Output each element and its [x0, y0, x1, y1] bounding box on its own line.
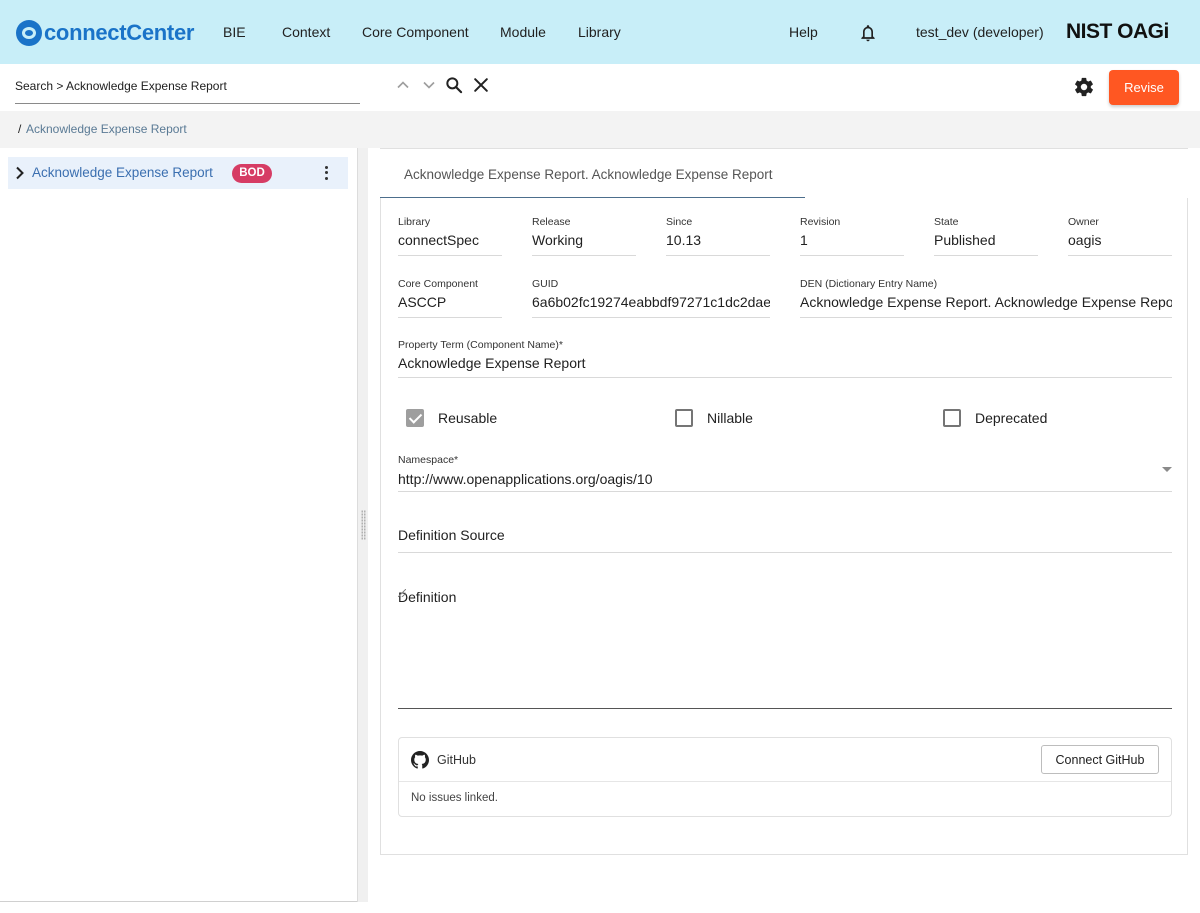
detail-tabs: Acknowledge Expense Report. Acknowledge …	[380, 148, 1188, 199]
user-menu[interactable]: test_dev (developer)	[916, 24, 1044, 40]
detail-form: Library connectSpec Release Working Sinc…	[380, 198, 1188, 855]
resize-handle-icon[interactable]	[398, 589, 406, 597]
logo-text-connect: connect	[44, 20, 127, 45]
github-empty-text: No issues linked.	[411, 792, 498, 804]
library-value: connectSpec	[398, 232, 479, 248]
release-value: Working	[532, 232, 584, 248]
nav-core-component[interactable]: Core Component	[362, 24, 469, 40]
owner-field[interactable]: Owner oagis	[1068, 198, 1172, 256]
search-icon[interactable]	[444, 75, 464, 95]
deprecated-label: Deprecated	[975, 410, 1048, 426]
reusable-checkbox[interactable]: Reusable	[406, 408, 566, 428]
tab-detail[interactable]: Acknowledge Expense Report. Acknowledge …	[380, 149, 805, 199]
since-value: 10.13	[666, 232, 702, 248]
core-component-label: Core Component	[398, 278, 478, 290]
library-label: Library	[398, 216, 431, 228]
checkbox-unchecked-icon[interactable]	[943, 409, 961, 427]
app-logo[interactable]: connectCenter	[16, 18, 194, 48]
core-component-value: ASCCP	[398, 294, 447, 310]
chevron-right-icon[interactable]	[15, 166, 25, 180]
github-title: GitHub	[437, 753, 476, 767]
definition-source-placeholder: Definition Source	[398, 527, 505, 543]
type-badge: BOD	[232, 164, 272, 183]
breadcrumb-current[interactable]: Acknowledge Expense Report	[26, 122, 187, 136]
github-icon	[411, 751, 429, 769]
release-field[interactable]: Release Working	[532, 198, 636, 256]
definition-textarea[interactable]: Definition	[398, 581, 1172, 709]
deprecated-checkbox[interactable]: Deprecated	[943, 408, 1103, 428]
tree-node-root[interactable]: Acknowledge Expense Report BOD	[8, 157, 348, 189]
gear-icon[interactable]	[1073, 76, 1095, 98]
definition-placeholder: Definition	[398, 589, 457, 605]
nist-oagi-logo: NIST OAGi	[1066, 20, 1169, 43]
breadcrumb-separator: /	[18, 122, 22, 136]
namespace-select[interactable]: Namespace* http://www.openapplications.o…	[398, 448, 1172, 492]
den-label: DEN (Dictionary Entry Name)	[800, 278, 938, 290]
guid-field[interactable]: GUID 6a6b02fc19274eabbdf97271c1dc2dae	[532, 260, 770, 318]
github-panel-header: GitHub Connect GitHub	[399, 738, 1171, 782]
guid-label: GUID	[532, 278, 559, 290]
dropdown-arrow-icon[interactable]	[1162, 467, 1172, 472]
drag-grip-icon	[361, 510, 366, 540]
connect-github-button[interactable]: Connect GitHub	[1041, 745, 1159, 774]
owner-label: Owner	[1068, 216, 1099, 228]
state-field[interactable]: State Published	[934, 198, 1038, 256]
property-term-label: Property Term (Component Name)*	[398, 339, 563, 351]
since-field[interactable]: Since 10.13	[666, 198, 770, 256]
logo-text-center: Center	[126, 20, 195, 45]
den-value: Acknowledge Expense Report. Acknowledge …	[800, 294, 1172, 310]
panel-resize-handle[interactable]	[357, 148, 368, 902]
property-term-value: Acknowledge Expense Report	[398, 355, 586, 371]
logo-icon	[16, 20, 42, 46]
checkbox-unchecked-icon[interactable]	[675, 409, 693, 427]
nillable-label: Nillable	[707, 410, 753, 426]
nillable-checkbox[interactable]: Nillable	[675, 408, 835, 428]
close-icon[interactable]	[471, 75, 491, 95]
core-component-field[interactable]: Core Component ASCCP	[398, 260, 502, 318]
search-input[interactable]: Search > Acknowledge Expense Report	[15, 64, 360, 104]
den-field[interactable]: DEN (Dictionary Entry Name) Acknowledge …	[800, 260, 1172, 318]
nav-bie[interactable]: BIE	[223, 24, 246, 40]
tab-detail-label: Acknowledge Expense Report. Acknowledge …	[404, 167, 773, 182]
tree-node-label[interactable]: Acknowledge Expense Report	[32, 165, 213, 180]
chevron-up-icon[interactable]	[393, 75, 413, 95]
release-label: Release	[532, 216, 571, 228]
search-toolbar: Search > Acknowledge Expense Report Revi…	[0, 64, 1200, 111]
checkbox-checked-icon[interactable]	[406, 409, 424, 427]
library-field[interactable]: Library connectSpec	[398, 198, 502, 256]
notification-bell-icon[interactable]	[858, 22, 878, 44]
more-vert-icon[interactable]	[322, 164, 330, 182]
top-navbar: connectCenter BIE Context Core Component…	[0, 0, 1200, 64]
property-term-field[interactable]: Property Term (Component Name)* Acknowle…	[398, 321, 1172, 378]
revise-button[interactable]: Revise	[1109, 70, 1179, 105]
nav-context[interactable]: Context	[282, 24, 330, 40]
revision-value: 1	[800, 232, 808, 248]
state-label: State	[934, 216, 959, 228]
owner-value: oagis	[1068, 232, 1102, 248]
nav-library[interactable]: Library	[578, 24, 621, 40]
nav-help[interactable]: Help	[789, 24, 818, 40]
namespace-label: Namespace*	[398, 454, 459, 466]
tree-panel: Acknowledge Expense Report BOD	[0, 148, 357, 902]
search-input-value: Search > Acknowledge Expense Report	[15, 79, 227, 93]
github-panel: GitHub Connect GitHub No issues linked.	[398, 737, 1172, 817]
breadcrumb: / Acknowledge Expense Report	[0, 111, 1200, 148]
revision-label: Revision	[800, 216, 841, 228]
guid-value: 6a6b02fc19274eabbdf97271c1dc2dae	[532, 294, 770, 310]
chevron-down-icon[interactable]	[419, 75, 439, 95]
definition-source-input[interactable]: Definition Source	[398, 518, 1172, 553]
namespace-value: http://www.openapplications.org/oagis/10	[398, 471, 653, 487]
state-value: Published	[934, 232, 996, 248]
reusable-label: Reusable	[438, 410, 498, 426]
nav-module[interactable]: Module	[500, 24, 546, 40]
revision-field[interactable]: Revision 1	[800, 198, 904, 256]
since-label: Since	[666, 216, 693, 228]
